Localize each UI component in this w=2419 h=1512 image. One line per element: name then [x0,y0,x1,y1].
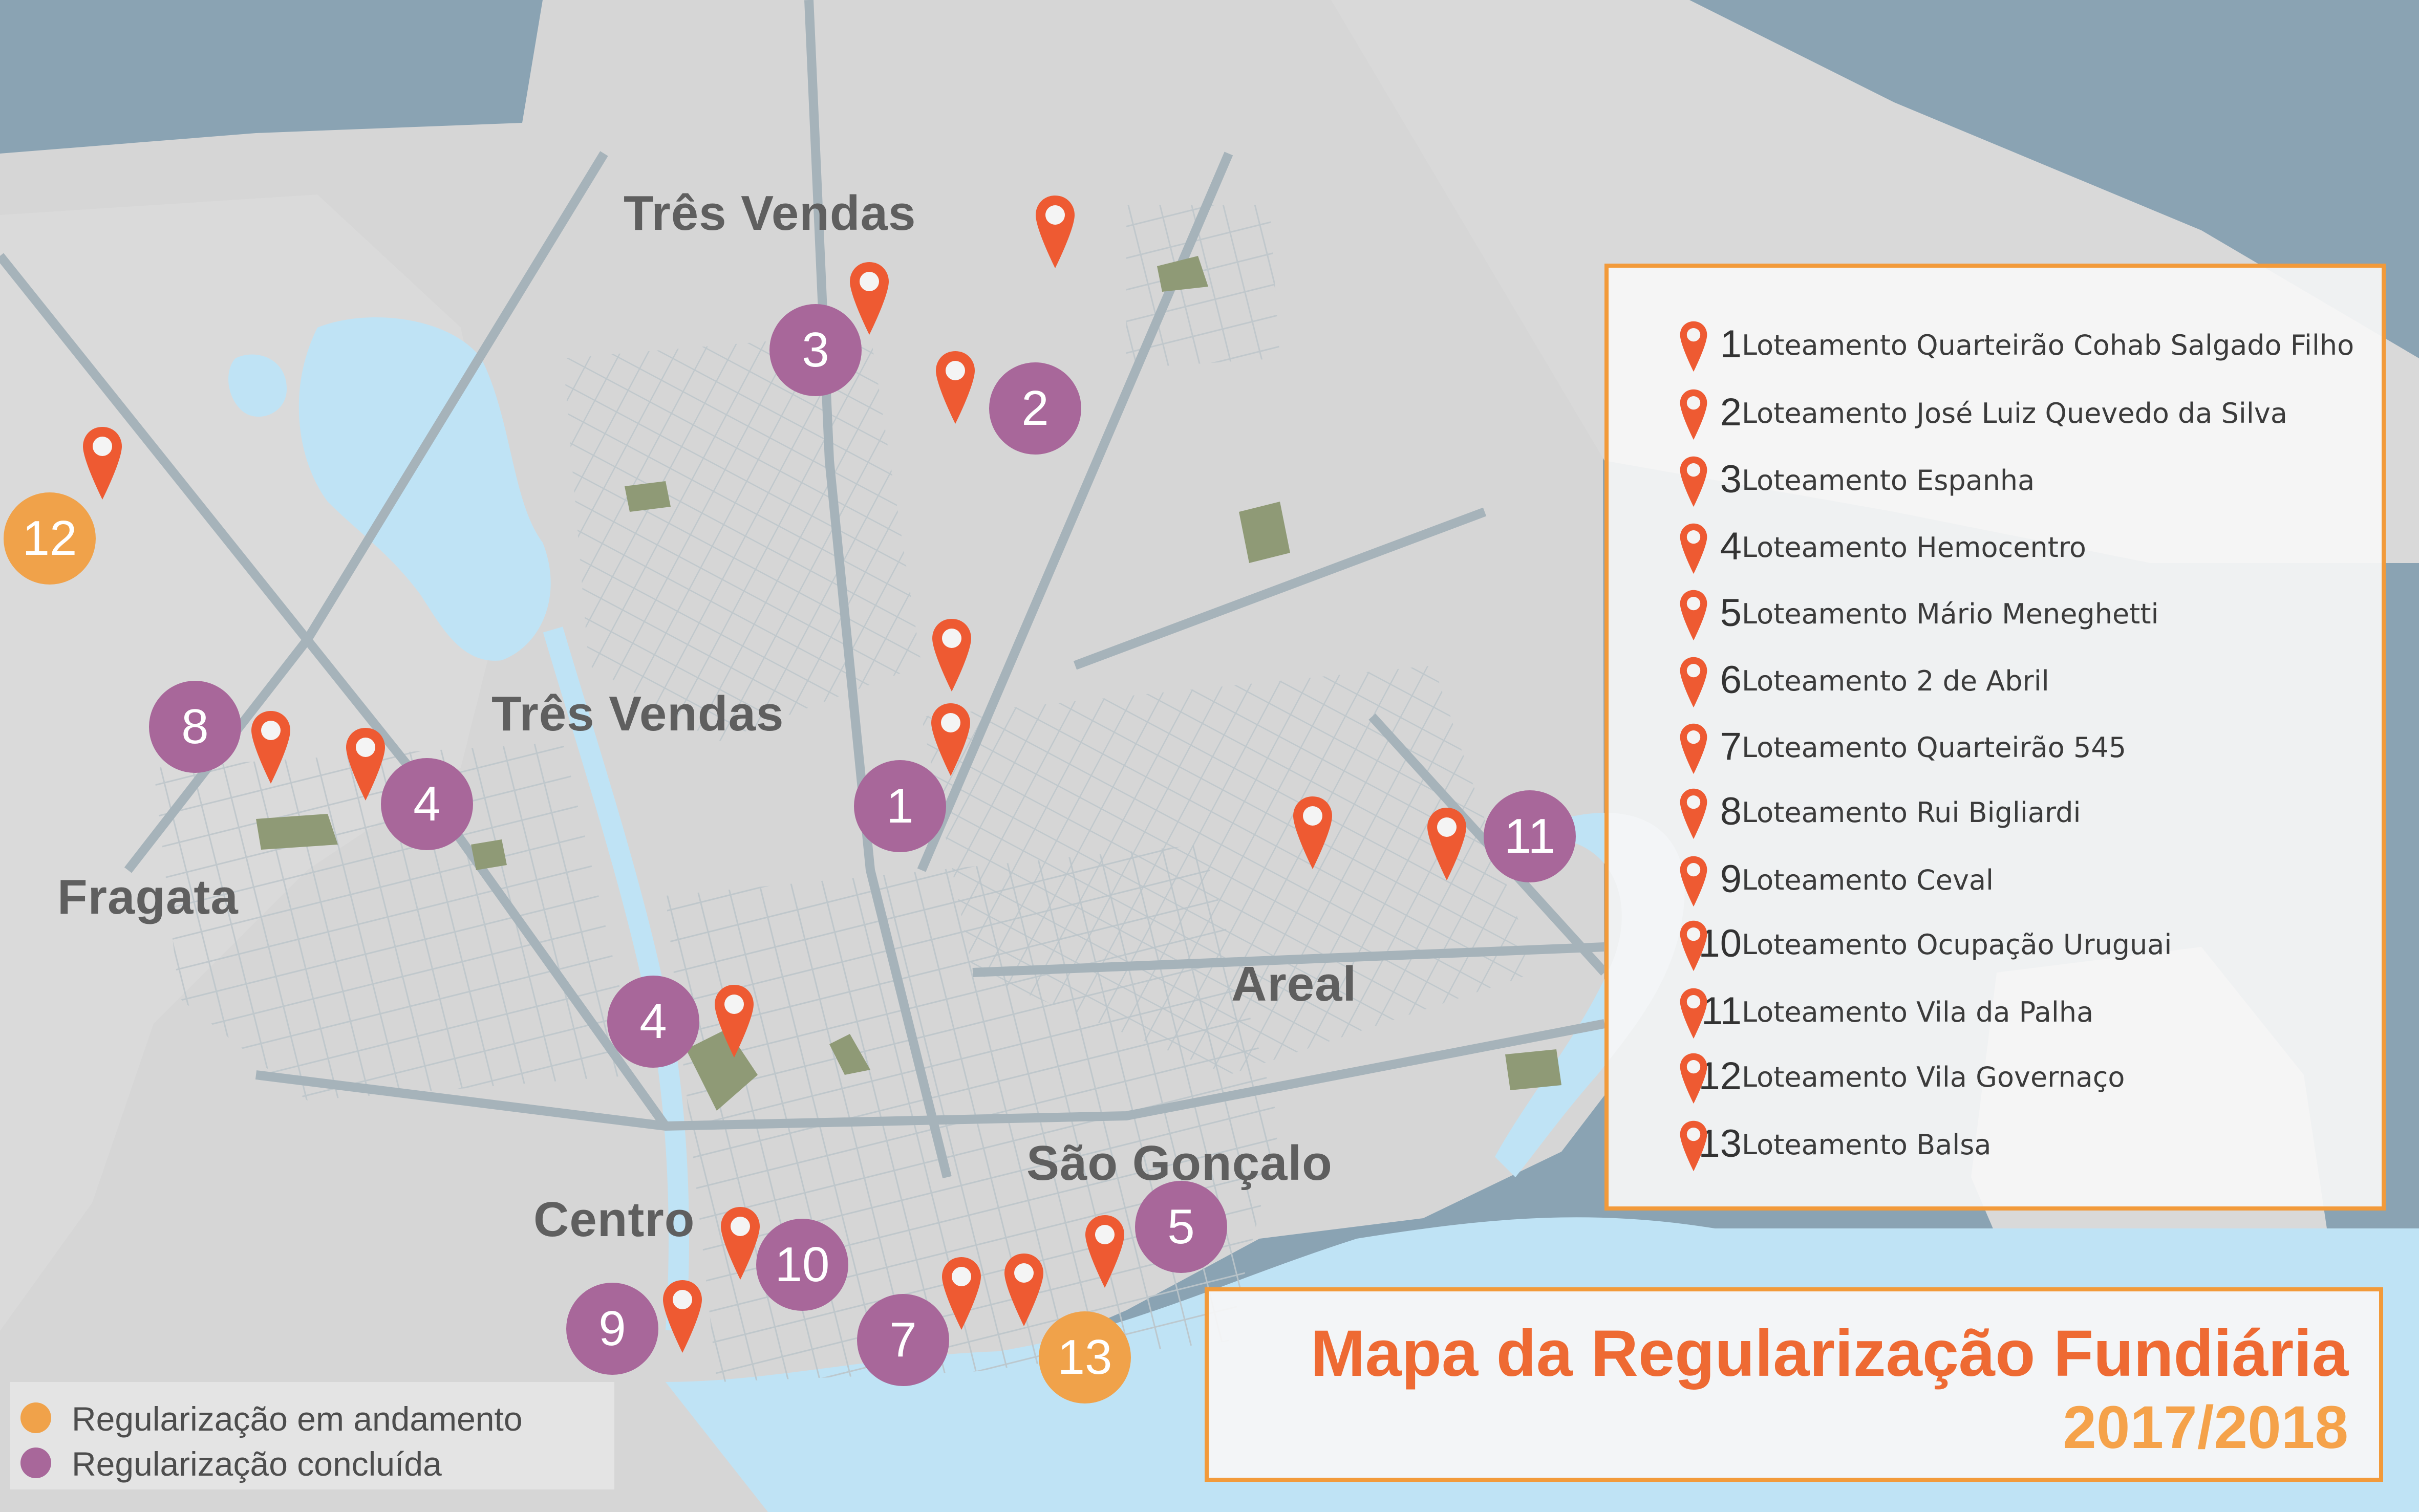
map-title: Mapa da Regularização Fundiária [1310,1317,2348,1390]
legend-row-10: 10 Loteamento Ocupação Uruguai [1609,914,2387,971]
marker-circle-9[interactable]: 9 [566,1283,658,1375]
legend-row-12: 12 Loteamento Vila Governaço [1609,1047,2387,1104]
status-key-label: Regularização em andamento [72,1400,523,1438]
legend-row-5: 5 Loteamento Mário Meneghetti [1609,584,2387,641]
legend-label: Loteamento Rui Bigliardi [1742,796,2081,829]
marker-circle-4-west[interactable]: 4 [381,758,473,850]
legend-row-1: 1 Loteamento Quarteirão Cohab Salgado Fi… [1609,315,2387,372]
legend-label: Loteamento Hemocentro [1742,531,2086,564]
map-pin-icon[interactable] [847,260,891,337]
marker-circle-8[interactable]: 8 [149,681,241,773]
legend-row-13: 13 Loteamento Balsa [1609,1114,2387,1172]
map-pin-icon[interactable] [249,709,293,786]
map-pin-icon[interactable] [80,425,124,502]
neighborhood-label-tres-vendas-north: Três Vendas [624,186,916,241]
map-pin-icon[interactable] [712,983,756,1060]
map-pin-icon[interactable] [344,726,388,803]
marker-circle-11[interactable]: 11 [1484,790,1576,882]
map-pin-icon[interactable] [933,349,977,426]
legend-label: Loteamento Ceval [1742,864,1994,896]
legend-row-9: 9 Loteamento Ceval [1609,850,2387,907]
legend-row-8: 8 Loteamento Rui Bigliardi [1609,782,2387,839]
map-pin-icon[interactable] [929,701,973,778]
completed-dot-icon [20,1448,51,1478]
map-pin-icon [1680,723,1707,774]
map-pin-icon[interactable] [930,617,974,694]
legend-label: Loteamento Balsa [1742,1129,1992,1161]
map-pin-icon [1680,788,1707,839]
map-pin-icon [1680,389,1707,440]
map-pin-icon[interactable] [660,1278,704,1355]
legend-label: Loteamento Quarteirão 545 [1742,731,2127,764]
map-pin-icon[interactable] [1291,794,1335,871]
marker-circle-10[interactable]: 10 [756,1219,848,1311]
marker-circle-2[interactable]: 2 [989,362,1081,455]
map-pin-icon [1680,856,1707,907]
map-pin-icon [1680,1120,1707,1172]
map-pin-icon[interactable] [718,1205,762,1282]
legend-row-3: 3 Loteamento Espanha [1609,450,2387,507]
neighborhood-label-tres-vendas: Três Vendas [491,686,784,741]
map-pin-icon [1680,456,1707,507]
neighborhood-label-areal: Areal [1231,957,1357,1011]
status-key-label: Regularização concluída [72,1445,442,1483]
street-grid-north [563,333,922,742]
legend-label: Loteamento Mário Meneghetti [1742,598,2159,630]
legend-row-4: 4 Loteamento Hemocentro [1609,517,2387,574]
status-key: Regularização em andamento Regularização… [10,1382,614,1489]
title-panel: Mapa da Regularização Fundiária 2017/201… [1205,1287,2383,1482]
legend-row-7: 7 Loteamento Quarteirão 545 [1609,717,2387,774]
map-pin-icon [1680,988,1707,1039]
map-year: 2017/2018 [2063,1394,2348,1461]
map-pin-icon[interactable] [1425,806,1469,882]
marker-circle-5[interactable]: 5 [1135,1181,1227,1273]
legend-row-6: 6 Loteamento 2 de Abril [1609,651,2387,708]
neighborhood-label-fragata: Fragata [57,870,239,924]
in-progress-dot-icon [20,1402,51,1433]
legend-label: Loteamento Vila da Palha [1742,996,2094,1028]
map-pin-icon [1680,1053,1707,1104]
marker-circle-4-center[interactable]: 4 [607,976,699,1068]
map-pin-icon[interactable] [939,1255,983,1332]
map-pin-icon [1680,920,1707,971]
map-pin-icon[interactable] [1002,1251,1046,1328]
map-pin-icon [1680,321,1707,372]
map-pin-icon[interactable] [1033,193,1077,270]
marker-circle-12[interactable]: 12 [4,492,96,585]
legend-label: Loteamento Vila Governaço [1742,1061,2125,1093]
neighborhood-label-centro: Centro [533,1192,695,1247]
legend-label: Loteamento José Luiz Quevedo da Silva [1742,397,2287,429]
legend-label: Loteamento Espanha [1742,464,2035,496]
legend-panel: 1 Loteamento Quarteirão Cohab Salgado Fi… [1604,264,2386,1211]
map-stage: Três Vendas Três Vendas Fragata Areal Sã… [0,0,2419,1512]
legend-row-11: 11 Loteamento Vila da Palha [1609,982,2387,1039]
map-pin-icon[interactable] [1083,1213,1127,1290]
map-pin-icon [1680,523,1707,574]
map-pin-icon [1680,590,1707,641]
legend-row-2: 2 Loteamento José Luiz Quevedo da Silva [1609,383,2387,440]
marker-circle-7[interactable]: 7 [857,1294,949,1386]
legend-label: Loteamento Quarteirão Cohab Salgado Filh… [1742,329,2354,361]
marker-circle-13[interactable]: 13 [1039,1311,1131,1403]
legend-label: Loteamento Ocupação Uruguai [1742,928,2172,961]
legend-label: Loteamento 2 de Abril [1742,665,2049,697]
map-pin-icon [1680,657,1707,708]
